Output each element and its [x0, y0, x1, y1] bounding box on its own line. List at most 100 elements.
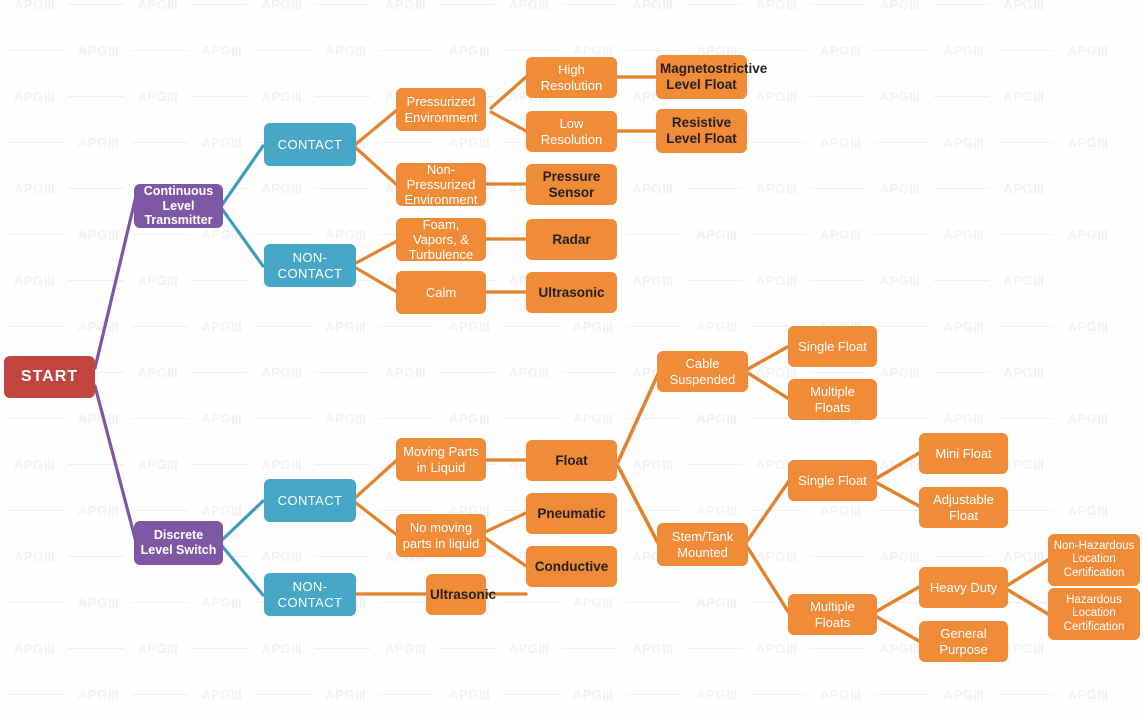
- node-non-hazardous-certification[interactable]: Non-Hazardous Location Certification: [1048, 534, 1140, 586]
- node-adjustable-float-label: Adjustable Float: [933, 492, 994, 523]
- node-resistive-level-float-label: Resistive Level Float: [666, 115, 737, 146]
- node-pressurized-environment[interactable]: Pressurized Environment: [396, 88, 486, 131]
- node-noncontact-discrete[interactable]: NON-CONTACT: [264, 573, 356, 616]
- node-hazardous-certification-label: Hazardous Location Certification: [1063, 593, 1125, 633]
- node-stem-single-float[interactable]: Single Float: [788, 460, 877, 501]
- node-cable-multiple-floats[interactable]: Multiple Floats: [788, 379, 877, 420]
- wire-pressurized-to-highres: [489, 75, 528, 110]
- node-magnetostrictive-level-float[interactable]: Magnetostrictive Level Float: [656, 55, 768, 99]
- node-non-pressurized-environment[interactable]: Non-Pressurized Environment: [396, 161, 486, 208]
- wire-pressurized-to-lowres: [489, 110, 528, 133]
- wire-nomoving-to-pneumatic: [483, 511, 528, 534]
- node-stem-multiple-floats-label: Multiple Floats: [810, 599, 855, 630]
- wire-heavyduty-to-nonhazardous: [1006, 558, 1050, 587]
- wire-float-to-stemtank: [616, 464, 661, 547]
- node-start-label: START: [20, 367, 79, 385]
- node-pressure-sensor[interactable]: Pressure Sensor: [526, 164, 617, 205]
- node-adjustable-float[interactable]: Adjustable Float: [919, 487, 1008, 528]
- node-float-label: Float: [555, 452, 588, 468]
- node-conductive[interactable]: Conductive: [526, 546, 617, 587]
- node-magnetostrictive-level-float-label: Magnetostrictive Level Float: [660, 61, 768, 92]
- wire-discrete-to-noncontact: [220, 544, 265, 597]
- node-low-resolution-label: Low Resolution: [540, 116, 603, 147]
- node-no-moving-parts-in-liquid[interactable]: No moving parts in liquid: [396, 514, 486, 557]
- node-non-hazardous-certification-label: Non-Hazardous Location Certification: [1053, 539, 1135, 579]
- node-hazardous-certification[interactable]: Hazardous Location Certification: [1048, 588, 1140, 640]
- wire-cable-to-singlefloat: [746, 344, 791, 371]
- node-mini-float[interactable]: Mini Float: [919, 433, 1008, 474]
- node-ultrasonic-continuous[interactable]: Ultrasonic: [526, 272, 617, 313]
- node-stem-single-float-label: Single Float: [798, 472, 867, 488]
- wire-nomoving-to-conductive: [483, 536, 528, 568]
- node-moving-parts-in-liquid[interactable]: Moving Parts in Liquid: [396, 438, 486, 481]
- node-no-moving-parts-in-liquid-label: No moving parts in liquid: [402, 520, 480, 551]
- node-pneumatic-label: Pneumatic: [537, 505, 606, 521]
- node-heavy-duty-label: Heavy Duty: [929, 579, 998, 595]
- connector-layer: [93, 75, 1050, 643]
- wire-float-to-cablesuspended: [616, 370, 661, 464]
- wire-discrete-to-contact: [220, 499, 265, 542]
- node-general-purpose[interactable]: General Purpose: [919, 621, 1008, 662]
- node-ultrasonic-discrete[interactable]: Ultrasonic: [426, 574, 497, 615]
- node-noncontact-continuous[interactable]: NON-CONTACT: [264, 244, 356, 287]
- node-noncontact-discrete-label: NON-CONTACT: [277, 579, 343, 610]
- wire-continuous-to-contact: [220, 144, 265, 207]
- node-high-resolution-label: High Resolution: [540, 62, 603, 93]
- node-cable-suspended[interactable]: Cable Suspended: [657, 351, 748, 392]
- node-contact-continuous-label: CONTACT: [277, 136, 343, 152]
- node-contact-discrete[interactable]: CONTACT: [264, 479, 356, 522]
- wire-stemtank-to-multiplefloats: [746, 546, 791, 615]
- wire-stemtank-to-singlefloat: [746, 479, 791, 542]
- wire-stemmultiple-to-generalpurpose: [875, 615, 921, 643]
- node-radar[interactable]: Radar: [526, 219, 617, 260]
- wire-cable-to-multiplefloats: [746, 371, 791, 401]
- node-moving-parts-in-liquid-label: Moving Parts in Liquid: [403, 444, 479, 475]
- node-conductive-label: Conductive: [534, 558, 609, 574]
- node-start[interactable]: START: [4, 356, 95, 398]
- wire-contact-to-pressurized: [354, 108, 399, 146]
- node-ultrasonic-continuous-label: Ultrasonic: [538, 284, 605, 300]
- wire-start-to-continuous: [93, 194, 138, 370]
- node-pressurized-environment-label: Pressurized Environment: [404, 94, 478, 125]
- node-foam-vapors-turbulence-label: Foam, Vapors, & Turbulence: [408, 216, 474, 263]
- wire-dlscontact-to-nomovingparts: [354, 501, 399, 537]
- node-radar-label: Radar: [552, 231, 591, 247]
- node-pressure-sensor-label: Pressure Sensor: [542, 168, 601, 200]
- node-high-resolution[interactable]: High Resolution: [526, 57, 617, 98]
- wire-noncontact-to-calm: [354, 266, 399, 294]
- wire-noncontact-to-foam: [354, 239, 399, 265]
- node-discrete-level-switch-label: Discrete Level Switch: [140, 528, 217, 557]
- node-float[interactable]: Float: [526, 440, 617, 481]
- wire-heavyduty-to-hazardous: [1006, 588, 1050, 616]
- flowchart-canvas: APG APG APG APG APG APG APG APG APG APG APG APG APG A…: [0, 0, 1143, 719]
- node-cable-suspended-label: Cable Suspended: [669, 356, 736, 387]
- node-stem-multiple-floats[interactable]: Multiple Floats: [788, 594, 877, 635]
- node-cable-single-float[interactable]: Single Float: [788, 326, 877, 367]
- wire-start-to-discrete: [93, 384, 138, 544]
- node-resistive-level-float[interactable]: Resistive Level Float: [656, 109, 747, 153]
- node-calm-label: Calm: [425, 284, 457, 300]
- node-continuous-level-transmitter-label: Continuous Level Transmitter: [143, 183, 214, 228]
- node-calm[interactable]: Calm: [396, 271, 486, 314]
- node-mini-float-label: Mini Float: [935, 445, 992, 461]
- node-low-resolution[interactable]: Low Resolution: [526, 111, 617, 152]
- wire-stemmultiple-to-heavyduty: [875, 585, 921, 613]
- node-non-pressurized-environment-label: Non-Pressurized Environment: [404, 161, 478, 208]
- node-stem-tank-mounted-label: Stem/Tank Mounted: [671, 529, 734, 560]
- node-foam-vapors-turbulence[interactable]: Foam, Vapors, & Turbulence: [396, 216, 486, 263]
- node-stem-tank-mounted[interactable]: Stem/Tank Mounted: [657, 523, 748, 566]
- node-discrete-level-switch[interactable]: Discrete Level Switch: [134, 521, 223, 565]
- node-heavy-duty[interactable]: Heavy Duty: [919, 567, 1008, 608]
- wire-stemsingle-to-adjustablefloat: [875, 481, 921, 508]
- wire-dlscontact-to-movingparts: [354, 458, 399, 499]
- node-cable-multiple-floats-label: Multiple Floats: [810, 384, 855, 415]
- wire-contact-to-nonpressurized: [354, 146, 399, 187]
- wire-stemsingle-to-minifloat: [875, 451, 921, 480]
- node-ultrasonic-discrete-label: Ultrasonic: [430, 586, 497, 602]
- node-cable-single-float-label: Single Float: [798, 338, 867, 354]
- node-contact-continuous[interactable]: CONTACT: [264, 123, 356, 166]
- node-noncontact-continuous-label: NON-CONTACT: [277, 250, 343, 281]
- node-pneumatic[interactable]: Pneumatic: [526, 493, 617, 534]
- node-continuous-level-transmitter[interactable]: Continuous Level Transmitter: [134, 184, 223, 228]
- node-contact-discrete-label: CONTACT: [277, 492, 343, 508]
